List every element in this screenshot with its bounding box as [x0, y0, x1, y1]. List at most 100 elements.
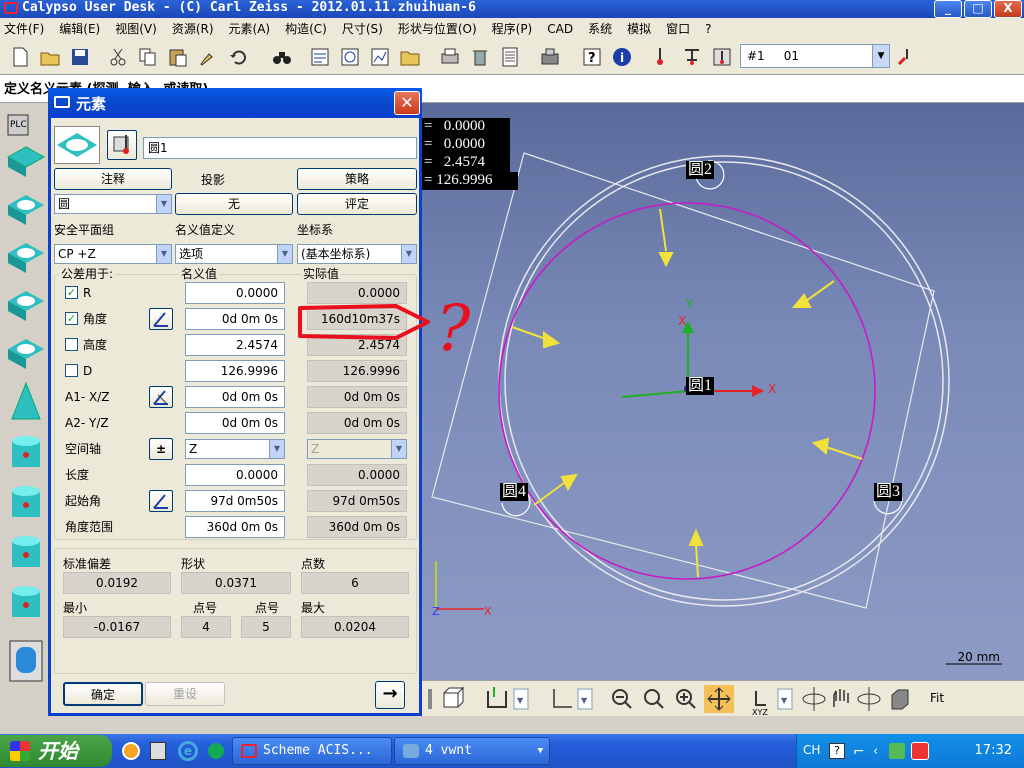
minimize-button[interactable]: _ — [934, 0, 962, 18]
save-icon[interactable] — [68, 45, 92, 69]
cylinder2-element-icon[interactable] — [6, 483, 46, 527]
annotation-button[interactable]: 注释 — [54, 168, 172, 190]
start-angle-edit-icon[interactable] — [149, 490, 173, 512]
nominal-length[interactable]: 0.0000 — [185, 464, 285, 486]
probe-run-icon[interactable] — [894, 45, 918, 69]
strategy-button[interactable]: 策略 — [297, 168, 417, 190]
graphics-canvas[interactable]: Y X X Z X = 0.0000 = 0.0000 = 2.4574 = 1… — [422, 103, 1024, 680]
chevron-down-icon[interactable]: ▼ — [401, 245, 416, 263]
nominal-r[interactable]: 0.0000 — [185, 282, 285, 304]
d-checkbox[interactable] — [65, 364, 78, 377]
report3-icon[interactable] — [368, 45, 392, 69]
database-icon[interactable] — [6, 639, 46, 683]
dialog-close-button[interactable]: ✕ — [394, 91, 420, 115]
undo-icon[interactable] — [226, 45, 250, 69]
paste-icon[interactable] — [166, 45, 190, 69]
menu-edit[interactable]: 编辑(E) — [59, 20, 100, 37]
collapse-tray-icon[interactable]: ‹ — [873, 744, 878, 759]
menu-cad[interactable]: CAD — [547, 22, 573, 36]
circle-type-icon[interactable] — [54, 126, 100, 164]
element-name-input[interactable]: 圆1 — [143, 137, 417, 159]
menu-help[interactable]: ? — [705, 22, 711, 36]
next-arrow-button[interactable]: → — [375, 681, 405, 709]
menu-file[interactable]: 文件(F) — [4, 20, 44, 37]
taskbar-item-vwnt[interactable]: 4 vwnt ▼ — [394, 737, 550, 765]
projection-none-button[interactable]: 无 — [175, 193, 293, 215]
ok-button[interactable]: 确定 — [63, 682, 143, 706]
probe-icon[interactable] — [648, 45, 672, 69]
a1-edit-icon[interactable] — [149, 386, 173, 408]
menu-window[interactable]: 窗口 — [666, 20, 690, 37]
copy-icon[interactable] — [136, 45, 160, 69]
plus-minus-button[interactable]: ± — [149, 438, 173, 460]
evaluate-button[interactable]: 评定 — [297, 193, 417, 215]
slot-element-icon[interactable] — [6, 283, 46, 327]
plane-element-icon[interactable] — [6, 139, 46, 183]
trash-icon[interactable] — [468, 45, 492, 69]
safety-plane-select[interactable]: CP +Z ▼ — [54, 244, 172, 264]
menu-construct[interactable]: 构造(C) — [285, 20, 327, 37]
r-checkbox[interactable]: ✓ — [65, 286, 78, 299]
network-tray-icon[interactable] — [889, 743, 905, 759]
new-file-icon[interactable] — [8, 45, 32, 69]
label-circle-1[interactable]: 圆1 — [686, 377, 715, 395]
label-circle-3[interactable]: 圆3 — [874, 483, 903, 501]
machine-icon[interactable] — [538, 45, 562, 69]
print-icon[interactable] — [438, 45, 462, 69]
menu-size[interactable]: 尺寸(S) — [342, 20, 383, 37]
binoculars-icon[interactable] — [270, 45, 294, 69]
nominal-def-select[interactable]: 选项 ▼ — [175, 244, 293, 264]
cylinder4-element-icon[interactable] — [6, 583, 46, 627]
help-icon[interactable]: ? — [580, 45, 604, 69]
probe-change-icon[interactable] — [710, 45, 734, 69]
label-circle-2[interactable]: 圆2 — [686, 161, 715, 179]
menu-simulation[interactable]: 模拟 — [627, 20, 651, 37]
menu-program[interactable]: 程序(P) — [492, 20, 533, 37]
angle-checkbox[interactable]: ✓ — [65, 312, 78, 325]
chevron-down-icon[interactable]: ▼ — [872, 45, 889, 67]
chevron-down-icon[interactable]: ▼ — [156, 245, 171, 263]
info-icon[interactable]: i — [610, 45, 634, 69]
cylinder-element-icon[interactable] — [6, 433, 46, 477]
security-tray-icon[interactable] — [911, 742, 929, 760]
chevron-down-icon[interactable]: ▼ — [269, 440, 284, 458]
menu-view[interactable]: 视图(V) — [115, 20, 157, 37]
ime-indicator[interactable]: CH — [803, 743, 820, 757]
feature-select[interactable]: #1 01 ▼ — [740, 44, 890, 68]
menu-elements[interactable]: 元素(A) — [229, 20, 271, 37]
ie-icon[interactable]: e — [178, 741, 198, 761]
nominal-start-angle[interactable]: 97d 0m50s — [185, 490, 285, 512]
media-player-icon[interactable] — [122, 742, 140, 760]
probe-strategy-icon[interactable] — [107, 130, 137, 160]
menu-resources[interactable]: 资源(R) — [172, 20, 214, 37]
maximize-button[interactable]: □ — [964, 0, 992, 18]
start-button[interactable]: 开始 — [0, 735, 112, 767]
close-button[interactable]: X — [994, 0, 1022, 18]
angle-edit-icon[interactable] — [149, 308, 173, 330]
height-checkbox[interactable] — [65, 338, 78, 351]
open-folder-icon[interactable] — [38, 45, 62, 69]
nominal-angle-range[interactable]: 360d 0m 0s — [185, 516, 285, 538]
chevron-down-icon[interactable]: ▼ — [277, 245, 292, 263]
fit-button[interactable]: Fit — [930, 691, 944, 705]
probe-config-icon[interactable] — [680, 45, 704, 69]
chevron-down-icon[interactable]: ▼ — [156, 195, 171, 213]
nominal-height[interactable]: 2.4574 — [185, 334, 285, 356]
document-icon[interactable] — [498, 45, 522, 69]
report2-icon[interactable] — [338, 45, 362, 69]
nominal-angle[interactable]: 0d 0m 0s — [185, 308, 285, 330]
help-tray-icon[interactable]: ? — [829, 743, 845, 759]
menu-system[interactable]: 系统 — [588, 20, 612, 37]
taskbar-item-scheme[interactable]: Scheme ACIS... — [232, 737, 392, 765]
input-tray-icon[interactable]: ⌐ — [853, 744, 865, 760]
nominal-a1[interactable]: 0d 0m 0s — [185, 386, 285, 408]
cylinder-hole-icon[interactable] — [6, 235, 46, 279]
cut-icon[interactable] — [106, 45, 130, 69]
coord-sys-select[interactable]: (基本坐标系) ▼ — [297, 244, 417, 264]
format-brush-icon[interactable] — [196, 45, 220, 69]
nominal-a2[interactable]: 0d 0m 0s — [185, 412, 285, 434]
menu-form-position[interactable]: 形状与位置(O) — [398, 20, 477, 37]
element-type-select[interactable]: 圆 ▼ — [54, 194, 172, 214]
folder-table-icon[interactable] — [398, 45, 422, 69]
space-axis-nominal-select[interactable]: Z ▼ — [185, 439, 285, 459]
